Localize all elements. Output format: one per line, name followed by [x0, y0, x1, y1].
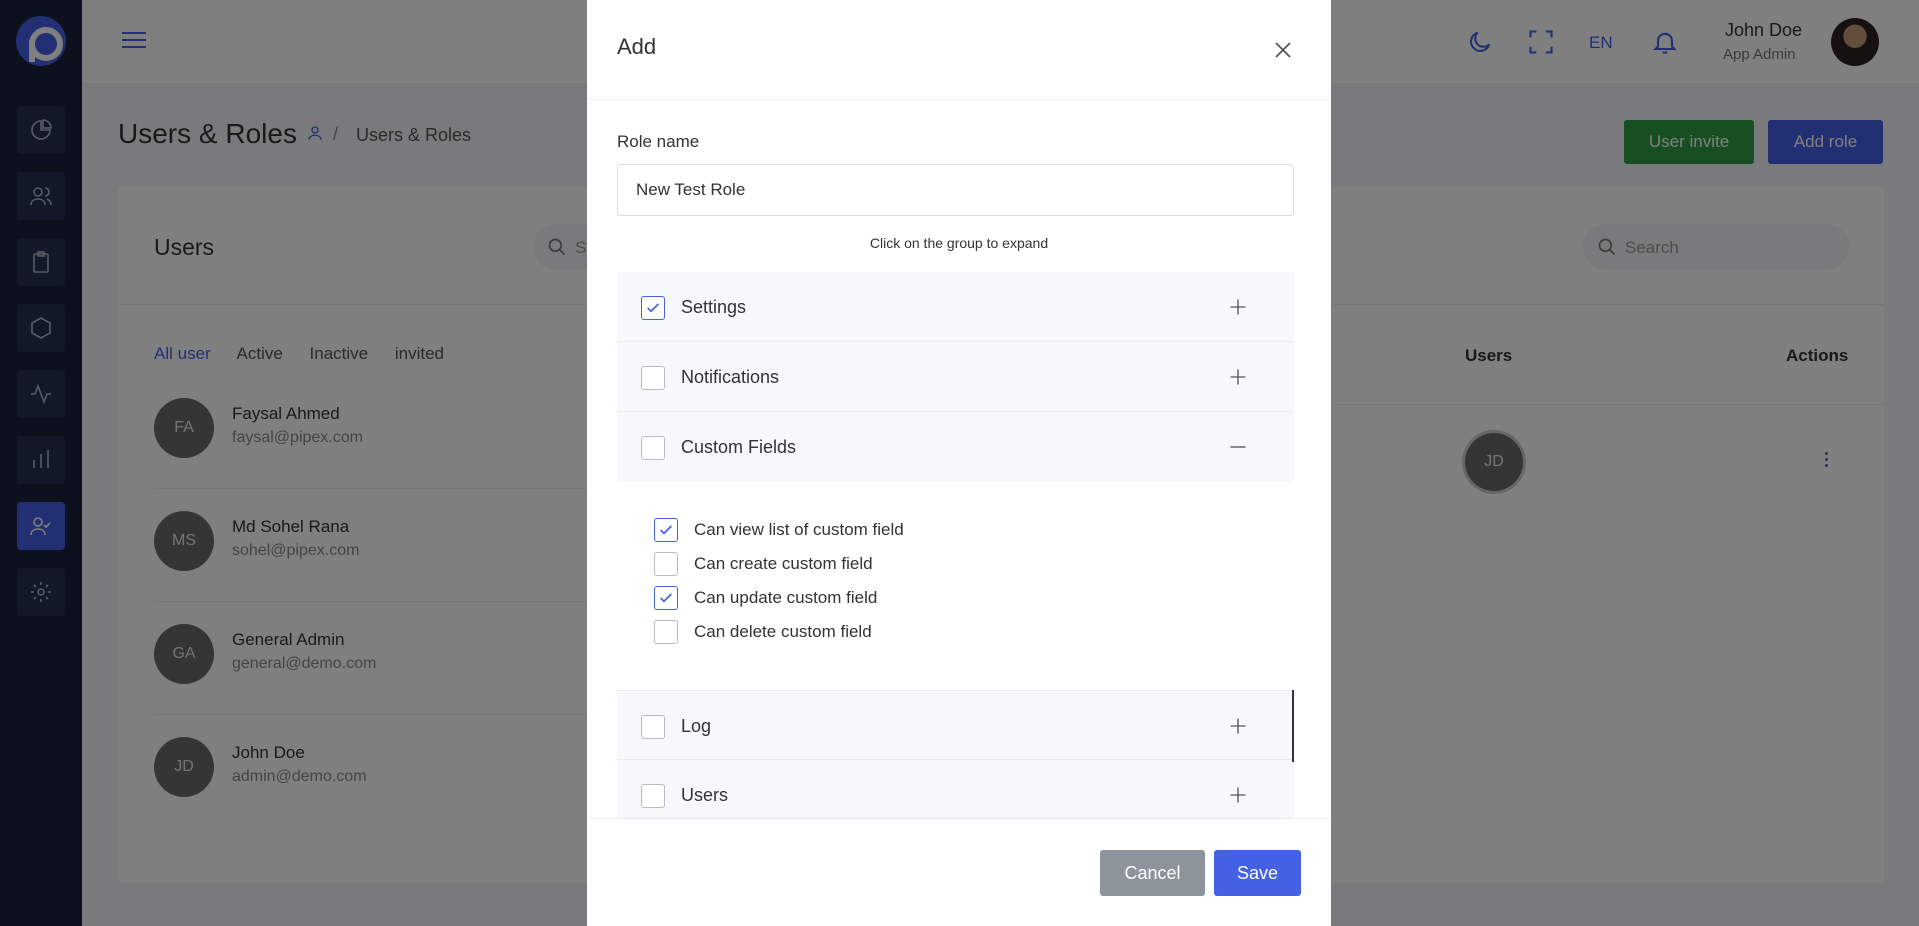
- role-name-label: Role name: [617, 132, 700, 151]
- group-custom-fields-checkbox[interactable]: [641, 436, 665, 460]
- group-log[interactable]: Log: [617, 690, 1294, 760]
- save-button[interactable]: Save: [1214, 850, 1301, 896]
- checkmark-icon: [660, 593, 672, 603]
- group-users-checkbox[interactable]: [641, 784, 665, 808]
- group-notifications[interactable]: Notifications: [617, 342, 1294, 412]
- group-users[interactable]: Users: [617, 760, 1294, 820]
- minus-icon[interactable]: [1229, 438, 1247, 456]
- checkmark-icon: [660, 525, 672, 535]
- plus-icon[interactable]: [1229, 368, 1247, 386]
- group-settings-checkbox[interactable]: [641, 296, 665, 320]
- group-label: Custom Fields: [681, 437, 797, 457]
- group-custom-fields[interactable]: Custom Fields: [617, 412, 1294, 482]
- modal-title: Add: [617, 34, 657, 59]
- permission-label: Can create custom field: [694, 554, 873, 573]
- permission-checkbox[interactable]: [654, 586, 678, 610]
- plus-icon[interactable]: [1229, 786, 1247, 804]
- group-label: Log: [681, 716, 712, 736]
- plus-icon[interactable]: [1229, 298, 1247, 316]
- group-label: Users: [681, 785, 729, 805]
- permission-checkbox[interactable]: [654, 552, 678, 576]
- plus-icon[interactable]: [1229, 717, 1247, 735]
- checkmark-icon: [647, 303, 659, 313]
- group-notifications-checkbox[interactable]: [641, 366, 665, 390]
- expand-hint: Click on the group to expand: [869, 235, 1049, 251]
- permission-checkbox[interactable]: [654, 620, 678, 644]
- permission-label: Can view list of custom field: [694, 520, 904, 539]
- permission-checkbox[interactable]: [654, 518, 678, 542]
- scrollbar[interactable]: [1292, 690, 1294, 762]
- group-log-checkbox[interactable]: [641, 715, 665, 739]
- close-icon[interactable]: [1271, 38, 1295, 62]
- permission-label: Can delete custom field: [694, 622, 872, 641]
- role-name-input[interactable]: [617, 164, 1294, 216]
- permission-label: Can update custom field: [694, 588, 878, 607]
- group-label: Settings: [681, 297, 747, 317]
- permission-groups: Settings Notifications Custom Fields Can…: [617, 272, 1294, 820]
- add-role-modal: Add Role name Click on the group to expa…: [587, 0, 1331, 926]
- cancel-button[interactable]: Cancel: [1100, 850, 1205, 896]
- group-label: Notifications: [681, 367, 780, 387]
- group-settings[interactable]: Settings: [617, 272, 1294, 342]
